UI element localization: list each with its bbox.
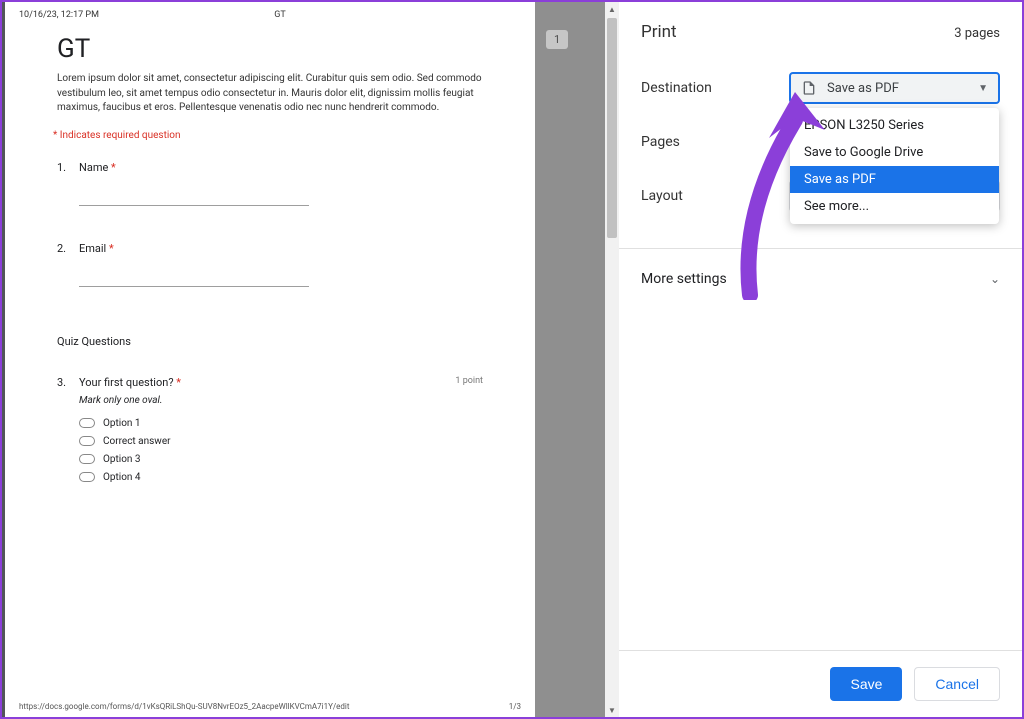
preview-timestamp: 10/16/23, 12:17 PM bbox=[19, 10, 99, 20]
more-settings-toggle[interactable]: More settings ⌄ bbox=[641, 267, 1000, 291]
q1-answer-line bbox=[79, 188, 309, 206]
print-preview-area: 10/16/23, 12:17 PM GT GT Lorem ipsum dol… bbox=[2, 2, 619, 717]
preview-page-indicator: 1/3 bbox=[509, 702, 521, 711]
preview-header-title: GT bbox=[274, 10, 286, 20]
destination-option-save-as-pdf[interactable]: Save as PDF bbox=[790, 166, 999, 193]
page-number-badge: 1 bbox=[546, 30, 568, 49]
pages-label: Pages bbox=[641, 134, 789, 150]
chevron-down-icon: ⌄ bbox=[990, 272, 1000, 286]
destination-dropdown[interactable]: Save as PDF ▼ EPSON L3250 Series Save to… bbox=[789, 72, 1000, 104]
q3-label: Your first question? * 1 point bbox=[79, 376, 483, 389]
destination-label: Destination bbox=[641, 80, 789, 96]
layout-label: Layout bbox=[641, 188, 789, 204]
doc-description: Lorem ipsum dolor sit amet, consectetur … bbox=[57, 72, 483, 116]
panel-footer: Save Cancel bbox=[619, 650, 1022, 717]
more-settings-label: More settings bbox=[641, 271, 727, 287]
destination-value: Save as PDF bbox=[827, 81, 899, 96]
page-count: 3 pages bbox=[954, 26, 1000, 41]
q3-hint: Mark only one oval. bbox=[79, 395, 483, 406]
preview-footer-url: https://docs.google.com/forms/d/1vKsQRiL… bbox=[19, 702, 349, 711]
q1-number: 1. bbox=[57, 161, 79, 236]
scroll-up-icon[interactable]: ▲ bbox=[605, 2, 619, 16]
chevron-down-icon: ▼ bbox=[978, 83, 988, 94]
option-row: Option 1 bbox=[79, 418, 483, 429]
option-row: Option 4 bbox=[79, 472, 483, 483]
preview-scrollbar[interactable]: ▲ ▼ bbox=[605, 2, 619, 717]
divider bbox=[619, 248, 1022, 249]
q1-label: Name * bbox=[79, 161, 483, 174]
thumbnail-strip bbox=[535, 2, 609, 717]
option-row: Option 3 bbox=[79, 454, 483, 465]
required-note: * Indicates required question bbox=[53, 130, 483, 141]
panel-title: Print bbox=[641, 22, 677, 42]
pdf-file-icon bbox=[801, 80, 817, 96]
preview-page-1: 10/16/23, 12:17 PM GT GT Lorem ipsum dol… bbox=[5, 2, 535, 717]
destination-menu: EPSON L3250 Series Save to Google Drive … bbox=[790, 108, 999, 224]
preview-footer: https://docs.google.com/forms/d/1vKsQRiL… bbox=[19, 702, 521, 711]
preview-page-header: 10/16/23, 12:17 PM GT bbox=[5, 2, 535, 26]
print-settings-panel: Print 3 pages Destination Save as PDF ▼ … bbox=[619, 2, 1022, 717]
doc-title: GT bbox=[57, 34, 483, 64]
destination-option-see-more[interactable]: See more... bbox=[790, 193, 999, 220]
scroll-thumb[interactable] bbox=[607, 18, 617, 238]
save-button[interactable]: Save bbox=[830, 667, 902, 701]
destination-option-google-drive[interactable]: Save to Google Drive bbox=[790, 139, 999, 166]
destination-option-epson[interactable]: EPSON L3250 Series bbox=[790, 112, 999, 139]
q3-points: 1 point bbox=[455, 376, 483, 386]
section-header: Quiz Questions bbox=[57, 335, 483, 348]
scroll-down-icon[interactable]: ▼ bbox=[605, 703, 619, 717]
q2-label: Email * bbox=[79, 242, 483, 255]
q2-number: 2. bbox=[57, 242, 79, 317]
option-row: Correct answer bbox=[79, 436, 483, 447]
q3-number: 3. bbox=[57, 376, 79, 490]
cancel-button[interactable]: Cancel bbox=[914, 667, 1000, 701]
q2-answer-line bbox=[79, 269, 309, 287]
